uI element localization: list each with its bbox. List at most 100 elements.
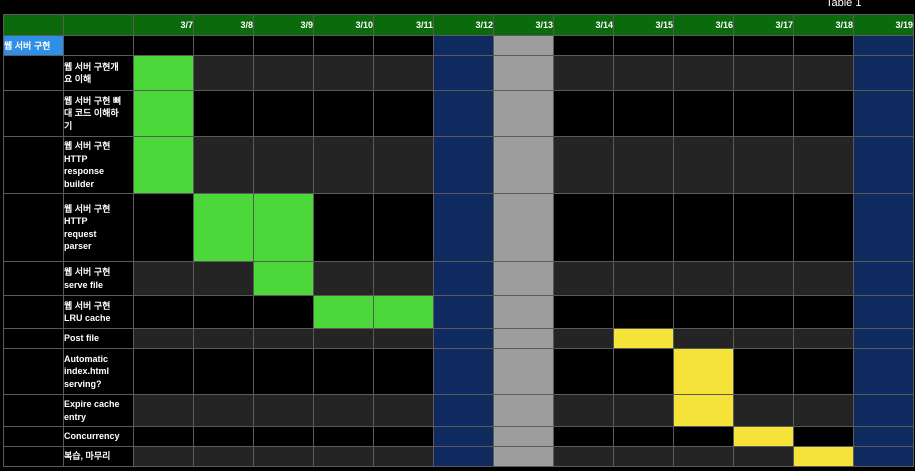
grid-cell[interactable] <box>853 328 914 349</box>
date-header[interactable]: 3/8 <box>193 14 254 36</box>
grid-cell[interactable] <box>373 261 434 296</box>
grid-cell[interactable] <box>553 261 614 296</box>
date-header[interactable]: 3/9 <box>253 14 314 36</box>
grid-cell[interactable] <box>193 394 254 427</box>
grid-cell[interactable] <box>793 328 854 349</box>
grid-cell[interactable] <box>493 136 554 194</box>
grid-cell[interactable] <box>553 55 614 91</box>
grid-cell[interactable] <box>853 446 914 467</box>
grid-cell[interactable] <box>613 261 674 296</box>
grid-cell[interactable] <box>193 328 254 349</box>
task-name[interactable]: Post file <box>63 328 134 349</box>
gantt-bar-cell[interactable] <box>313 295 374 329</box>
task-name[interactable]: 웹 서버 구현개 요 이해 <box>63 55 134 91</box>
grid-cell[interactable] <box>433 136 494 194</box>
grid-cell[interactable] <box>853 295 914 329</box>
grid-cell[interactable] <box>373 446 434 467</box>
grid-cell[interactable] <box>133 446 194 467</box>
grid-cell[interactable] <box>133 348 194 395</box>
grid-cell[interactable] <box>553 193 614 262</box>
gantt-bar-cell[interactable] <box>733 426 794 447</box>
grid-cell[interactable] <box>793 394 854 427</box>
grid-cell[interactable] <box>553 136 614 194</box>
grid-cell[interactable] <box>673 90 734 137</box>
grid-cell[interactable] <box>853 90 914 137</box>
task-name[interactable]: 복습, 마무리 <box>63 446 134 467</box>
grid-cell[interactable] <box>253 90 314 137</box>
gantt-bar-cell[interactable] <box>613 328 674 349</box>
grid-cell[interactable] <box>433 328 494 349</box>
grid-cell[interactable] <box>733 328 794 349</box>
grid-cell[interactable] <box>733 261 794 296</box>
gantt-bar-cell[interactable] <box>133 136 194 194</box>
grid-cell[interactable] <box>253 295 314 329</box>
grid-cell[interactable] <box>853 426 914 447</box>
grid-cell[interactable] <box>193 55 254 91</box>
grid-cell[interactable] <box>193 90 254 137</box>
grid-cell[interactable] <box>613 446 674 467</box>
grid-cell[interactable] <box>733 55 794 91</box>
date-header[interactable]: 3/18 <box>793 14 854 36</box>
grid-cell[interactable] <box>553 394 614 427</box>
grid-cell[interactable] <box>313 426 374 447</box>
grid-cell[interactable] <box>673 193 734 262</box>
date-header[interactable]: 3/13 <box>493 14 554 36</box>
grid-cell[interactable] <box>853 394 914 427</box>
grid-cell[interactable] <box>313 55 374 91</box>
grid-cell[interactable] <box>673 136 734 194</box>
date-header[interactable]: 3/15 <box>613 14 674 36</box>
grid-cell[interactable] <box>553 446 614 467</box>
date-header[interactable]: 3/17 <box>733 14 794 36</box>
grid-cell[interactable] <box>733 394 794 427</box>
date-header[interactable]: 3/11 <box>373 14 434 36</box>
grid-cell[interactable] <box>313 348 374 395</box>
grid-cell[interactable] <box>793 55 854 91</box>
task-name[interactable]: Expire cache entry <box>63 394 134 427</box>
grid-cell[interactable] <box>613 55 674 91</box>
grid-cell[interactable] <box>193 261 254 296</box>
grid-cell[interactable] <box>793 35 854 56</box>
grid-cell[interactable] <box>133 35 194 56</box>
grid-cell[interactable] <box>313 261 374 296</box>
grid-cell[interactable] <box>493 446 554 467</box>
grid-cell[interactable] <box>253 35 314 56</box>
grid-cell[interactable] <box>793 348 854 395</box>
grid-cell[interactable] <box>553 348 614 395</box>
grid-cell[interactable] <box>373 426 434 447</box>
grid-cell[interactable] <box>613 295 674 329</box>
grid-cell[interactable] <box>493 348 554 395</box>
grid-cell[interactable] <box>313 35 374 56</box>
task-name[interactable]: 웹 서버 구현 HTTP response builder <box>63 136 134 194</box>
grid-cell[interactable] <box>613 193 674 262</box>
grid-cell[interactable] <box>133 261 194 296</box>
grid-cell[interactable] <box>493 35 554 56</box>
grid-cell[interactable] <box>313 446 374 467</box>
grid-cell[interactable] <box>433 35 494 56</box>
task-name[interactable]: Concurrency <box>63 426 134 447</box>
date-header[interactable]: 3/19 <box>853 14 914 36</box>
grid-cell[interactable] <box>133 295 194 329</box>
grid-cell[interactable] <box>253 426 314 447</box>
grid-cell[interactable] <box>613 426 674 447</box>
task-name[interactable]: Automatic index.html serving? <box>63 348 134 395</box>
date-header[interactable]: 3/16 <box>673 14 734 36</box>
grid-cell[interactable] <box>613 394 674 427</box>
grid-cell[interactable] <box>253 55 314 91</box>
grid-cell[interactable] <box>373 394 434 427</box>
grid-cell[interactable] <box>193 426 254 447</box>
grid-cell[interactable] <box>433 394 494 427</box>
gantt-bar-cell[interactable] <box>193 193 254 262</box>
grid-cell[interactable] <box>793 426 854 447</box>
grid-cell[interactable] <box>193 35 254 56</box>
gantt-bar-cell[interactable] <box>133 90 194 137</box>
grid-cell[interactable] <box>493 55 554 91</box>
gantt-bar-cell[interactable] <box>673 394 734 427</box>
task-name[interactable]: 웹 서버 구현 HTTP request parser <box>63 193 134 262</box>
grid-cell[interactable] <box>313 90 374 137</box>
grid-cell[interactable] <box>673 55 734 91</box>
task-name[interactable]: 웹 서버 구현 serve file <box>63 261 134 296</box>
date-header[interactable]: 3/12 <box>433 14 494 36</box>
grid-cell[interactable] <box>853 136 914 194</box>
gantt-bar-cell[interactable] <box>793 446 854 467</box>
grid-cell[interactable] <box>433 348 494 395</box>
